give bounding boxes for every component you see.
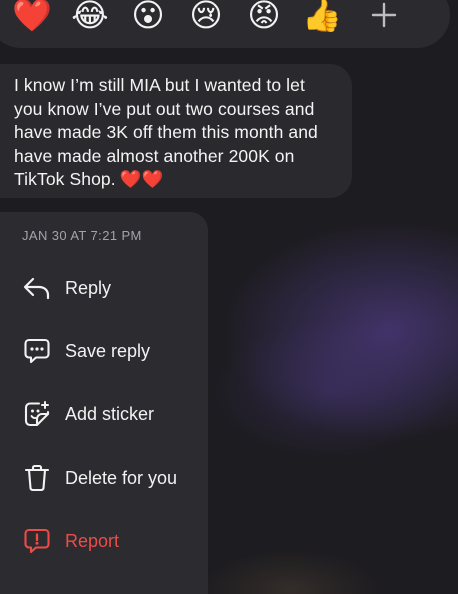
message-bubble: I know I’m still MIA but I wanted to let…	[0, 64, 352, 198]
message-timestamp: JAN 30 AT 7:21 PM	[22, 228, 142, 243]
crying-face-icon: 😢	[189, 0, 223, 33]
trash-icon	[22, 463, 52, 493]
report-menu-item[interactable]: Report	[0, 513, 208, 569]
reaction-angry[interactable]: 😡	[244, 0, 284, 35]
sticker-face-icon	[22, 399, 52, 429]
delete-for-you-menu-item[interactable]: Delete for you	[0, 450, 208, 506]
plus-icon	[371, 2, 397, 28]
tears-of-joy-icon: 😂	[71, 0, 109, 33]
reaction-crying[interactable]: 😢	[186, 0, 226, 35]
message-context-menu: JAN 30 AT 7:21 PM Reply Save reply Add s…	[0, 212, 208, 594]
save-reply-menu-item[interactable]: Save reply	[0, 323, 208, 379]
speech-bubble-dots-icon	[22, 336, 52, 366]
angry-face-icon: 😡	[247, 0, 281, 33]
reaction-bar: ❤️ 😂 😮 😢 😡 👍	[0, 0, 450, 48]
reaction-surprised[interactable]: 😮	[128, 0, 168, 35]
message-context-screen: ❤️ 😂 😮 😢 😡 👍 I know I’m still MIA but I …	[0, 0, 458, 594]
red-heart-icon: ❤️	[12, 0, 52, 33]
reply-menu-item[interactable]: Reply	[0, 260, 208, 316]
reaction-thumbs-up[interactable]: 👍	[302, 0, 342, 35]
message-hearts: ❤️❤️	[119, 169, 164, 189]
surprised-face-icon: 😮	[131, 0, 165, 33]
report-alert-icon	[22, 526, 52, 556]
reply-arrow-icon	[22, 273, 52, 303]
delete-for-you-label: Delete for you	[65, 467, 178, 488]
message-text: I know I’m still MIA but I wanted to let…	[14, 75, 318, 189]
add-sticker-menu-item[interactable]: Add sticker	[0, 386, 208, 442]
add-sticker-label: Add sticker	[65, 403, 155, 424]
report-label: Report	[65, 530, 120, 551]
reaction-red-heart[interactable]: ❤️	[12, 0, 52, 35]
reply-label: Reply	[65, 277, 112, 298]
thumbs-up-icon: 👍	[302, 0, 342, 33]
save-reply-label: Save reply	[65, 340, 151, 361]
add-reaction-button[interactable]	[364, 0, 404, 35]
reaction-tears-of-joy[interactable]: 😂	[70, 0, 110, 35]
